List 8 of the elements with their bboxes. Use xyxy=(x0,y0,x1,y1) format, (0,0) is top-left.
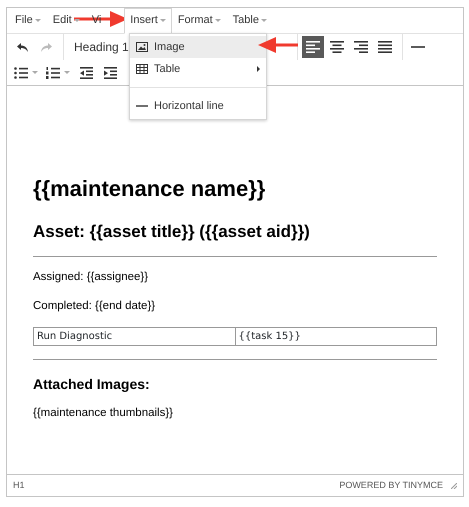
paragraph: Completed: {{end date}} xyxy=(33,299,156,314)
table-cell: {{task 15}} xyxy=(235,328,436,346)
paragraph: {{maintenance thumbnails}} xyxy=(33,406,174,422)
heading: {{maintenance name}} xyxy=(33,176,266,202)
paragraph: Assigned: {{assignee}} xyxy=(33,270,150,285)
heading: Asset: {{asset title}} ({{asset aid}}) xyxy=(33,222,311,243)
table-cell: Run Diagnostic xyxy=(34,328,235,346)
heading: Attached Images: xyxy=(33,376,151,394)
